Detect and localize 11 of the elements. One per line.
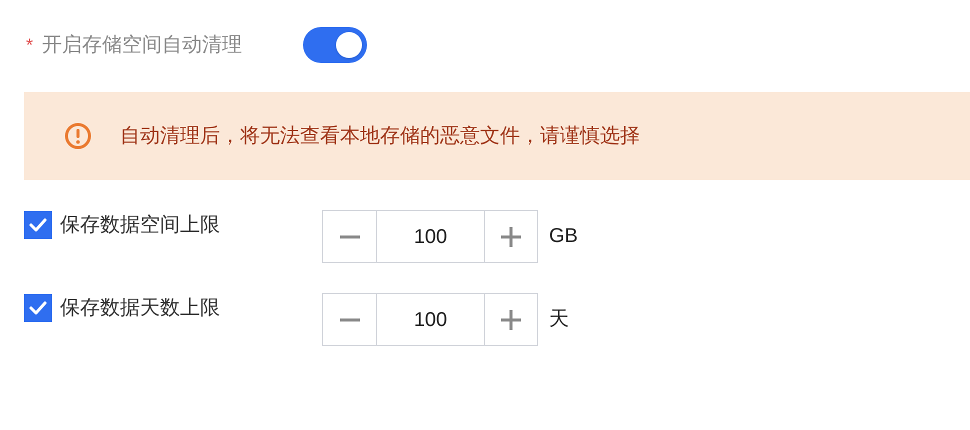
warning-message: 自动清理后，将无法查看本地存储的恶意文件，请谨慎选择	[120, 124, 640, 149]
unit-label: GB	[549, 224, 578, 249]
setting-label: 开启存储空间自动清理	[42, 33, 243, 58]
unit-label: 天	[549, 307, 569, 332]
limit-label: 保存数据空间上限	[60, 213, 221, 238]
warning-icon	[64, 122, 92, 150]
checkbox[interactable]	[24, 294, 52, 322]
checkbox[interactable]	[24, 211, 52, 239]
limit-label: 保存数据天数上限	[60, 296, 221, 321]
required-mark: *	[26, 34, 34, 56]
toggle-switch[interactable]	[303, 27, 367, 63]
